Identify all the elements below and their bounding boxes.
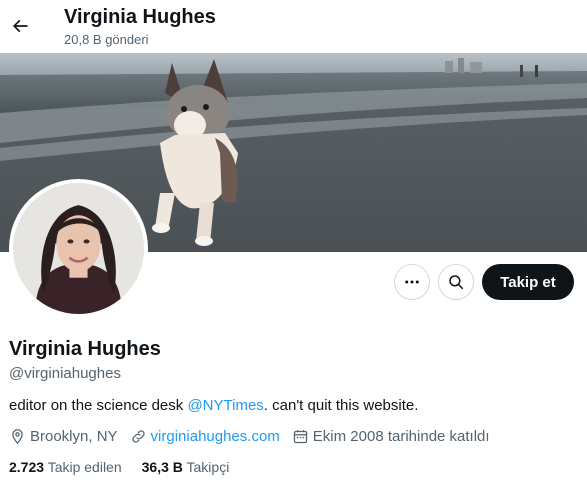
header-name: Virginia Hughes	[64, 6, 216, 28]
profile-bio: editor on the science desk @NYTimes. can…	[9, 397, 418, 414]
followers-label: Takipçi	[186, 459, 230, 475]
top-bar: Virginia Hughes 20,8 B gönderi	[0, 0, 587, 53]
profile-display-name: Virginia Hughes	[9, 338, 161, 360]
following-count: 2.723	[9, 459, 45, 475]
joined-item: Ekim 2008 tarihinde katıldı	[292, 428, 490, 445]
more-options-button[interactable]	[394, 264, 430, 300]
joined-text: Ekim 2008 tarihinde katıldı	[312, 428, 490, 445]
avatar-photo	[13, 183, 144, 314]
following-label: Takip edilen	[47, 459, 122, 475]
location-item: Brooklyn, NY	[9, 428, 118, 445]
more-icon	[405, 280, 419, 284]
link-icon	[131, 430, 145, 443]
location-text: Brooklyn, NY	[30, 428, 118, 445]
website-link[interactable]: virginiahughes.com	[151, 428, 280, 445]
header-post-count: 20,8 B gönderi	[64, 32, 149, 47]
followers-stat[interactable]: 36,3 B Takipçi	[142, 459, 230, 475]
bio-text-start: editor on the science desk	[9, 397, 188, 414]
back-button[interactable]	[3, 9, 37, 43]
followers-count: 36,3 B	[141, 459, 183, 475]
following-stat[interactable]: 2.723 Takip edilen	[9, 459, 122, 475]
profile-meta: Brooklyn, NY virginiahughes.com Ekim 200…	[9, 428, 502, 445]
bio-text-end: . can't quit this website.	[263, 397, 419, 414]
follow-button[interactable]: Takip et	[482, 264, 574, 300]
search-profile-button[interactable]	[438, 264, 474, 300]
website-item: virginiahughes.com	[130, 428, 280, 445]
arrow-left-icon	[12, 19, 28, 33]
profile-stats: 2.723 Takip edilen 36,3 B Takipçi	[9, 459, 249, 475]
calendar-icon	[293, 430, 307, 444]
profile-handle: @virginiahughes	[9, 365, 121, 382]
search-icon	[449, 275, 464, 290]
location-pin-icon	[12, 429, 23, 445]
bio-mention-link[interactable]: @NYTimes	[187, 397, 263, 414]
profile-avatar[interactable]	[9, 179, 148, 318]
